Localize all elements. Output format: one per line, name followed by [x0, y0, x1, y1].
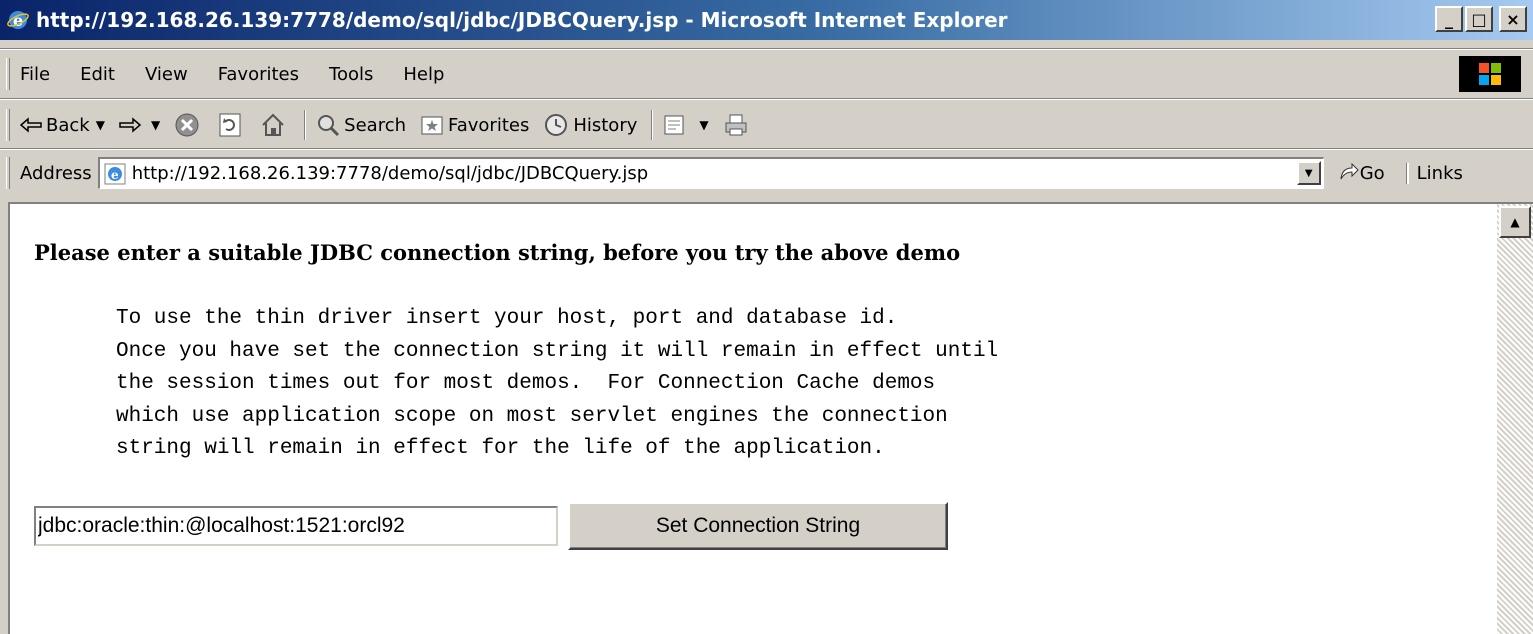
page-viewport: Please enter a suitable JDBC connection … — [8, 202, 1533, 634]
instruction-line: string will remain in effect for the lif… — [116, 437, 885, 460]
toolbar-grip[interactable] — [6, 109, 10, 141]
links-button[interactable]: Links — [1406, 162, 1463, 184]
set-connection-string-button[interactable]: Set Connection String — [568, 501, 948, 550]
go-button[interactable]: Go — [1338, 163, 1385, 184]
back-label: Back — [46, 114, 90, 136]
address-dropdown-button[interactable]: ▼ — [1296, 161, 1321, 185]
refresh-icon — [219, 113, 241, 137]
menu-favorites[interactable]: Favorites — [218, 64, 299, 85]
divider — [651, 110, 654, 140]
search-button[interactable]: Search — [316, 113, 406, 137]
arrow-up-icon: ▲ — [1510, 215, 1520, 229]
address-input[interactable]: e http://192.168.26.139:7778/demo/sql/jd… — [97, 157, 1324, 189]
menu-file[interactable]: File — [20, 64, 50, 85]
forward-button[interactable]: ▼ — [119, 117, 160, 133]
page-content: Please enter a suitable JDBC connection … — [34, 240, 998, 550]
address-url: http://192.168.26.139:7778/demo/sql/jdbc… — [131, 163, 649, 184]
address-bar: Address e http://192.168.26.139:7778/dem… — [0, 154, 1533, 192]
title-bar: e http://192.168.26.139:7778/demo/sql/jd… — [0, 0, 1533, 40]
history-button[interactable]: History — [543, 112, 637, 138]
menu-bar: File Edit View Favorites Tools Help — [0, 54, 1533, 94]
go-label: Go — [1359, 162, 1385, 184]
chevron-down-icon[interactable]: ▼ — [699, 118, 708, 132]
stop-button[interactable] — [174, 112, 204, 138]
menu-tools[interactable]: Tools — [329, 64, 373, 85]
page-heading: Please enter a suitable JDBC connection … — [34, 240, 961, 265]
minimize-button[interactable]: _ — [1435, 6, 1463, 32]
go-arrow-icon — [1340, 163, 1359, 180]
refresh-button[interactable] — [218, 112, 246, 138]
print-icon — [725, 114, 747, 136]
close-icon: × — [1506, 9, 1520, 29]
divider — [0, 148, 1533, 150]
chevron-down-icon[interactable]: ▼ — [96, 118, 105, 132]
connection-string-input[interactable] — [34, 505, 558, 546]
divider — [0, 98, 1533, 100]
search-icon — [318, 115, 340, 137]
favorites-button[interactable]: Favorites — [420, 114, 529, 136]
address-label: Address — [20, 162, 92, 184]
mail-icon — [664, 115, 684, 135]
divider — [0, 48, 1533, 50]
window-title: http://192.168.26.139:7778/demo/sql/jdbc… — [36, 8, 1008, 32]
connection-form: Set Connection String — [34, 501, 998, 550]
favorites-label: Favorites — [448, 114, 530, 136]
history-icon — [545, 114, 568, 136]
instruction-line: which use application scope on most serv… — [116, 404, 948, 428]
back-arrow-icon — [20, 117, 42, 133]
chevron-down-icon[interactable]: ▼ — [151, 118, 160, 132]
windows-logo-icon — [1459, 56, 1521, 92]
menu-view[interactable]: View — [145, 64, 188, 85]
home-button[interactable] — [260, 112, 290, 138]
print-button[interactable] — [723, 113, 753, 137]
chevron-down-icon: ▼ — [1304, 167, 1313, 179]
instruction-line: To use the thin driver insert your host,… — [116, 307, 898, 330]
toolbar-grip[interactable] — [6, 157, 10, 189]
maximize-button[interactable]: □ — [1465, 6, 1493, 32]
svg-text:e: e — [111, 168, 119, 182]
history-label: History — [573, 114, 638, 136]
favorites-icon — [421, 116, 443, 135]
instruction-line: Once you have set the connection string … — [116, 339, 999, 363]
close-button[interactable]: × — [1499, 6, 1527, 32]
scroll-up-button[interactable]: ▲ — [1499, 206, 1531, 238]
menu-edit[interactable]: Edit — [80, 64, 115, 85]
ie-page-icon: e — [104, 163, 126, 184]
divider — [304, 110, 307, 140]
home-icon — [262, 113, 284, 136]
stop-icon — [175, 113, 199, 137]
menu-help[interactable]: Help — [403, 64, 444, 85]
toolbar-grip[interactable] — [6, 58, 10, 90]
maximize-icon: □ — [1471, 9, 1487, 29]
forward-arrow-icon — [119, 117, 141, 133]
standard-toolbar: Back ▼ ▼ Search Favorites History ▼ — [0, 104, 1533, 146]
mail-button[interactable]: ▼ — [663, 113, 709, 137]
instruction-line: the session times out for most demos. Fo… — [116, 372, 936, 395]
minimize-icon: _ — [1445, 9, 1453, 29]
search-label: Search — [344, 114, 407, 136]
instructions-text: To use the thin driver insert your host,… — [116, 303, 998, 466]
ie-icon: e — [7, 11, 29, 30]
vertical-scrollbar[interactable]: ▲ — [1497, 204, 1533, 634]
back-button[interactable]: Back ▼ — [20, 115, 105, 136]
